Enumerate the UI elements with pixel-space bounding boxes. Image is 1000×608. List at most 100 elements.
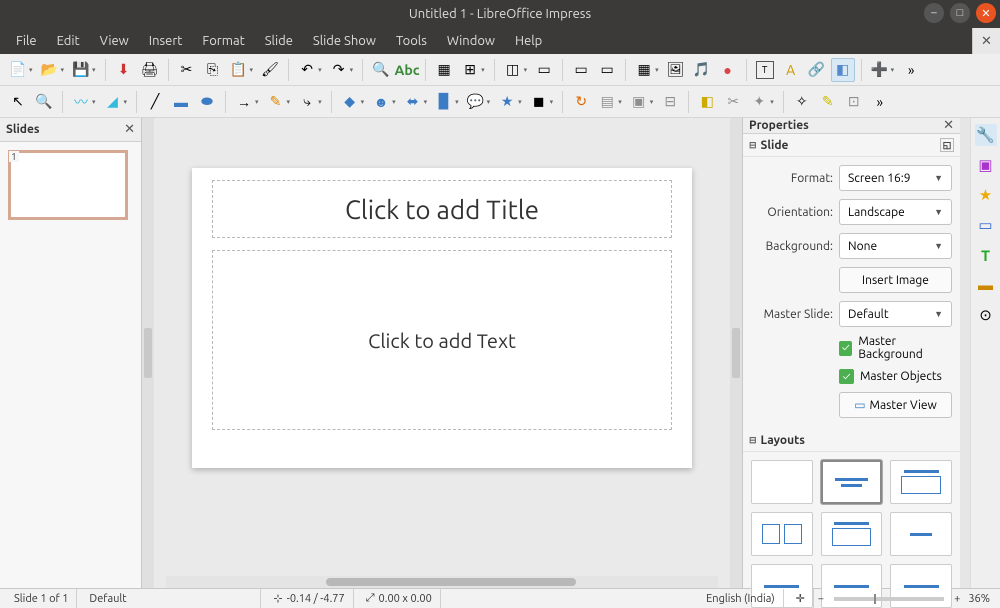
rectangle-tool[interactable]: ▬: [169, 90, 193, 114]
distribute-tool[interactable]: ⊟: [658, 90, 682, 114]
menu-slide[interactable]: Slide: [255, 31, 303, 51]
new-button[interactable]: 📄▾: [6, 58, 36, 82]
master-objects-check[interactable]: ✓ Master Objects: [751, 369, 952, 384]
start-beginning-button[interactable]: ▭: [569, 58, 593, 82]
slide-canvas[interactable]: Click to add Title Click to add Text: [192, 168, 692, 468]
left-gutter[interactable]: [142, 118, 154, 588]
show-draw-functions-button[interactable]: ◧: [831, 58, 855, 82]
canvas-viewport[interactable]: Click to add Title Click to add Text: [154, 118, 730, 588]
redo-button[interactable]: ↷▾: [327, 58, 357, 82]
print-button[interactable]: 🖨: [138, 58, 162, 82]
fill-color-tool[interactable]: ◢▾: [101, 90, 131, 114]
status-fit-button[interactable]: ✛: [788, 589, 814, 608]
tab-styles[interactable]: T: [975, 244, 997, 266]
start-current-button[interactable]: ▭: [595, 58, 619, 82]
hyperlink-button[interactable]: 🔗: [805, 58, 829, 82]
menu-format[interactable]: Format: [192, 31, 254, 51]
layout-9[interactable]: [890, 564, 952, 608]
layout-title-content[interactable]: [821, 460, 883, 504]
maximize-button[interactable]: □: [950, 3, 970, 23]
textbox-button[interactable]: T: [753, 58, 777, 82]
tab-master-slides[interactable]: ▭: [975, 214, 997, 236]
menu-help[interactable]: Help: [505, 31, 552, 51]
format-combo[interactable]: Screen 16:9▼: [839, 165, 952, 191]
spellcheck-button[interactable]: Abc: [395, 58, 419, 82]
select-tool[interactable]: ↖: [6, 90, 30, 114]
close-button[interactable]: ✕: [976, 3, 996, 23]
layout-two-content[interactable]: [751, 512, 813, 556]
stars-tool[interactable]: ★▾: [495, 90, 525, 114]
new-slide-button[interactable]: ➕▾: [868, 58, 898, 82]
cut-button[interactable]: ✂: [175, 58, 199, 82]
rotate-tool[interactable]: ↻: [569, 90, 593, 114]
zoom-slider[interactable]: [834, 597, 944, 601]
status-language[interactable]: English (India): [698, 589, 784, 608]
paste-button[interactable]: 📋▾: [227, 58, 257, 82]
tab-slide-transition[interactable]: ▣: [975, 154, 997, 176]
zoom-out-button[interactable]: −: [818, 593, 824, 605]
properties-scrollbar[interactable]: [960, 118, 970, 588]
shadow-tool[interactable]: ◧: [695, 90, 719, 114]
menu-edit[interactable]: Edit: [47, 31, 90, 51]
line-tool[interactable]: ╱: [143, 90, 167, 114]
more-options-icon[interactable]: ◱: [940, 138, 954, 152]
block-arrows-tool[interactable]: ⬌▾: [401, 90, 431, 114]
layout-title-two[interactable]: [821, 512, 883, 556]
crop-tool[interactable]: ✂: [721, 90, 745, 114]
filter-tool[interactable]: ✦▾: [747, 90, 777, 114]
toolbar-overflow-button[interactable]: »: [899, 58, 923, 82]
tab-navigator[interactable]: ⊙: [975, 304, 997, 326]
ellipse-tool[interactable]: ⬬: [195, 90, 219, 114]
callout-tool[interactable]: 💬▾: [464, 90, 494, 114]
background-combo[interactable]: None▼: [839, 233, 952, 259]
undo-button[interactable]: ↶▾: [295, 58, 325, 82]
status-zoom-value[interactable]: 36%: [964, 593, 994, 605]
master-view-button[interactable]: ▭Master View: [839, 392, 952, 418]
layout-blank[interactable]: [751, 460, 813, 504]
menu-file[interactable]: File: [6, 31, 47, 51]
copy-button[interactable]: ⎘: [201, 58, 225, 82]
chart-button[interactable]: ●: [716, 58, 740, 82]
image-button[interactable]: 🖼: [664, 58, 688, 82]
slide-section-header[interactable]: ⊟ Slide ◱: [743, 134, 960, 157]
layout-8[interactable]: [821, 564, 883, 608]
slide-thumbnail-1[interactable]: 1: [8, 150, 128, 220]
master-slide-combo[interactable]: Default▼: [839, 301, 952, 327]
master-slide-button[interactable]: ▭: [532, 58, 556, 82]
line-color-tool[interactable]: 〰▾: [69, 90, 99, 114]
align-tool[interactable]: ▤▾: [595, 90, 625, 114]
export-pdf-button[interactable]: ⬇: [112, 58, 136, 82]
table-button[interactable]: ▦▾: [632, 58, 662, 82]
basic-shapes-tool[interactable]: ◆▾: [338, 90, 368, 114]
clone-format-button[interactable]: 🖌: [258, 58, 282, 82]
properties-panel-close[interactable]: ✕: [943, 118, 954, 133]
flowchart-tool[interactable]: ▉▾: [432, 90, 462, 114]
tab-animation[interactable]: ★: [975, 184, 997, 206]
menu-window[interactable]: Window: [437, 31, 505, 51]
title-placeholder[interactable]: Click to add Title: [212, 180, 672, 238]
open-button[interactable]: 📂▾: [38, 58, 68, 82]
save-button[interactable]: 💾▾: [69, 58, 99, 82]
3d-tool[interactable]: ◼▾: [527, 90, 557, 114]
menu-tools[interactable]: Tools: [386, 31, 437, 51]
display-views-button[interactable]: ◫▾: [501, 58, 531, 82]
curve-tool[interactable]: ✎▾: [264, 90, 294, 114]
document-close-tab[interactable]: ✕: [972, 28, 1000, 54]
symbol-shapes-tool[interactable]: ☻▾: [369, 90, 399, 114]
snap-button[interactable]: ⊞▾: [458, 58, 488, 82]
zoom-in-button[interactable]: +: [954, 593, 960, 605]
grid-button[interactable]: ▦: [432, 58, 456, 82]
tab-properties[interactable]: 🔧: [975, 124, 997, 146]
arrow-tool[interactable]: →▾: [232, 90, 262, 114]
drawing-overflow-button[interactable]: »: [868, 90, 892, 114]
orientation-combo[interactable]: Landscape▼: [839, 199, 952, 225]
layout-centered[interactable]: [890, 512, 952, 556]
horizontal-scrollbar[interactable]: [166, 576, 718, 588]
zoom-pan-tool[interactable]: 🔍: [32, 90, 56, 114]
menu-slideshow[interactable]: Slide Show: [303, 31, 386, 51]
insert-image-button[interactable]: Insert Image: [839, 267, 952, 293]
find-replace-button[interactable]: 🔍: [369, 58, 393, 82]
connector-tool[interactable]: ⤷▾: [295, 90, 325, 114]
menu-insert[interactable]: Insert: [139, 31, 193, 51]
tab-gallery[interactable]: ▬: [975, 274, 997, 296]
